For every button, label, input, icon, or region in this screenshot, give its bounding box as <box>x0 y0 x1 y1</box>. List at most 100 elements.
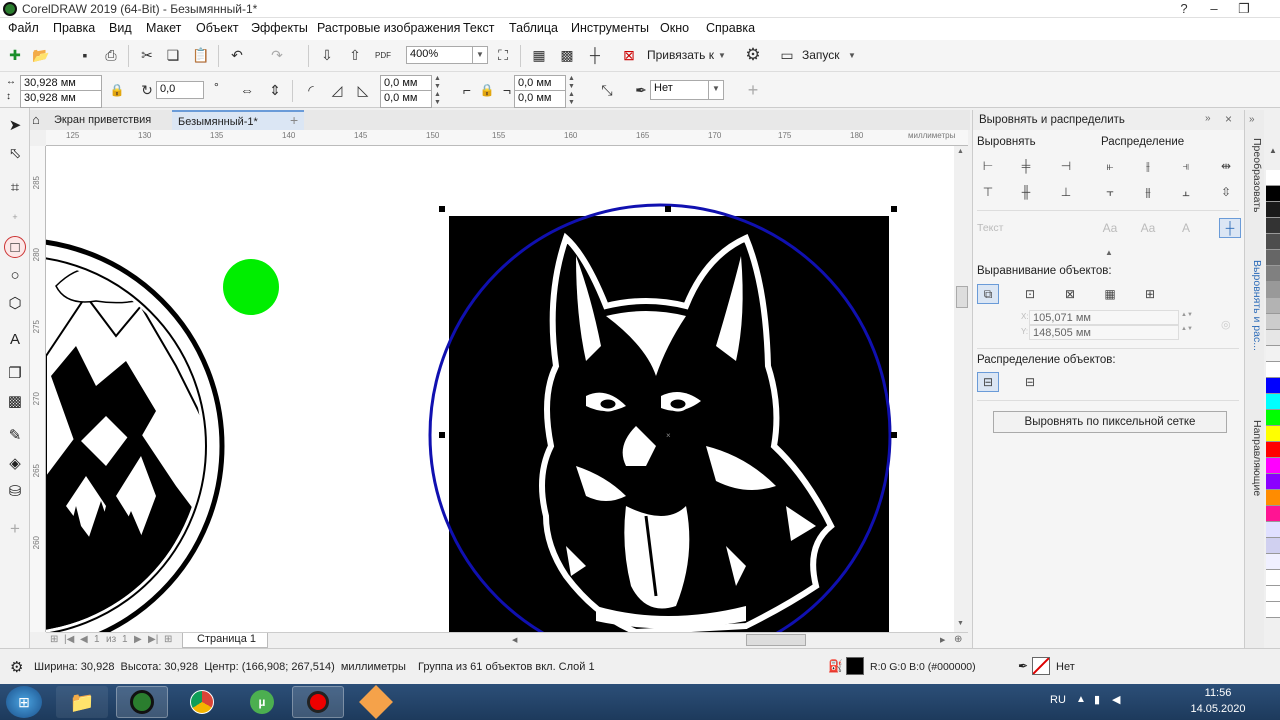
palette-swatch[interactable] <box>1266 170 1280 186</box>
show-rulers-icon[interactable]: ▦ <box>528 44 550 66</box>
distribute-spacing-h-icon[interactable]: ⇹ <box>1215 156 1237 176</box>
first-page-icon[interactable]: |◀ <box>64 634 74 645</box>
zoom-level-field[interactable]: 400% <box>406 46 474 64</box>
launch-dropdown[interactable]: Запуск <box>802 48 840 62</box>
outline-color-swatch[interactable] <box>1032 657 1050 675</box>
speaker-icon[interactable]: ◀ <box>1112 693 1120 706</box>
spinner-icon[interactable]: ▲▼▲▼ <box>1181 312 1193 333</box>
y-coordinate-field[interactable]: 148,505 мм <box>1029 325 1179 340</box>
chamfered-corner-icon[interactable]: ◺ <box>352 79 374 101</box>
palette-swatch[interactable] <box>1266 330 1280 346</box>
align-to-page-center-icon[interactable]: ⊠ <box>1059 284 1081 304</box>
palette-swatch[interactable] <box>1266 586 1280 602</box>
align-center-h-icon[interactable]: ╪ <box>1015 156 1037 176</box>
palette-swatch[interactable] <box>1266 234 1280 250</box>
distribute-spacing-v-icon[interactable]: ⇳ <box>1215 182 1237 202</box>
pdf-icon[interactable]: PDF <box>372 44 394 66</box>
add-page-before-icon[interactable]: ⊞ <box>50 634 58 645</box>
align-to-grid-icon[interactable]: ▦ <box>1099 284 1121 304</box>
transparency-tool-icon[interactable]: ▩ <box>4 390 26 412</box>
outline-pen-icon[interactable]: ✒ <box>1018 659 1028 673</box>
palette-swatch[interactable] <box>1266 266 1280 282</box>
fill-color-swatch[interactable] <box>846 657 864 675</box>
copy-icon[interactable]: ❏ <box>162 44 184 66</box>
tab-align-distribute[interactable]: Выровнять и рас... <box>1247 260 1263 378</box>
side-tabs-expand-icon[interactable]: » <box>1249 114 1255 125</box>
lock-ratio-icon[interactable]: 🔒 <box>106 79 128 101</box>
palette-swatch[interactable] <box>1266 346 1280 362</box>
options-gear-icon[interactable]: ⚙ <box>742 44 764 66</box>
palette-swatch[interactable] <box>1266 490 1280 506</box>
palette-swatch[interactable] <box>1266 218 1280 234</box>
text-tool-icon[interactable]: A <box>4 328 26 350</box>
minimize-button[interactable]: – <box>1200 0 1228 18</box>
next-page-icon[interactable]: ▶ <box>134 634 142 645</box>
outline-width-field[interactable]: Нет <box>650 80 714 100</box>
x-coordinate-field[interactable]: 105,071 мм <box>1029 310 1179 325</box>
palette-swatch[interactable] <box>1266 202 1280 218</box>
collapse-icon[interactable]: ▲ <box>1105 248 1113 257</box>
palette-swatch[interactable] <box>1266 410 1280 426</box>
palette-swatch[interactable] <box>1266 250 1280 266</box>
zoom-tool-icon[interactable]: + <box>4 206 26 228</box>
align-right-icon[interactable]: ⊣ <box>1055 156 1077 176</box>
new-document-icon[interactable]: ✚ <box>4 44 26 66</box>
vertical-ruler[interactable]: 285 280 275 270 265 260 <box>30 146 46 632</box>
open-icon[interactable]: 📂 <box>30 44 52 66</box>
menu-view[interactable]: Вид <box>109 21 132 35</box>
palette-swatch[interactable] <box>1266 186 1280 202</box>
horizontal-ruler[interactable]: 125 130 135 140 145 150 155 160 165 170 … <box>46 130 968 146</box>
bounding-box-icon[interactable]: ┼ <box>1219 218 1241 238</box>
distribute-to-selection-icon[interactable]: ⊟ <box>977 372 999 392</box>
prev-page-icon[interactable]: ◀ <box>80 634 88 645</box>
close-docker-icon[interactable]: × <box>1225 112 1232 126</box>
scroll-right-arrow[interactable]: ▶ <box>940 636 945 644</box>
clock-date[interactable]: 14.05.2020 <box>1178 703 1258 715</box>
palette-scroll-up-icon[interactable]: ▲ <box>1266 146 1280 166</box>
undo-icon[interactable]: ↶ <box>226 44 248 66</box>
align-center-v-icon[interactable]: ╫ <box>1015 182 1037 202</box>
menu-object[interactable]: Объект <box>196 21 239 35</box>
spinner-icon[interactable]: ▲▼▲▼ <box>434 75 441 107</box>
palette-swatch[interactable] <box>1266 602 1280 618</box>
menu-table[interactable]: Таблица <box>509 21 558 35</box>
relative-corner-scaling-icon[interactable]: ⤡ <box>596 79 618 101</box>
menu-tools[interactable]: Инструменты <box>571 21 649 35</box>
menu-effects[interactable]: Эффекты <box>251 21 308 35</box>
language-indicator[interactable]: RU <box>1050 694 1066 706</box>
chevron-down-icon[interactable]: ▼ <box>718 51 726 60</box>
text-first-line-icon[interactable]: Aa <box>1137 218 1159 238</box>
add-page-after-icon[interactable]: ⊞ <box>164 634 172 645</box>
app-icon[interactable] <box>350 685 402 719</box>
align-top-icon[interactable]: ⊤ <box>977 182 999 202</box>
tab-transform[interactable]: Преобразовать <box>1247 138 1263 246</box>
distribute-center-v-icon[interactable]: ⫵ <box>1137 182 1159 202</box>
align-bottom-icon[interactable]: ⊥ <box>1055 182 1077 202</box>
scalloped-corner-icon[interactable]: ◿ <box>326 79 348 101</box>
ellipse-tool-icon[interactable]: ○ <box>4 264 26 286</box>
palette-swatch[interactable] <box>1266 458 1280 474</box>
palette-swatch[interactable] <box>1266 362 1280 378</box>
restore-button[interactable]: ❐ <box>1230 0 1258 18</box>
drop-shadow-tool-icon[interactable]: ❐ <box>4 362 26 384</box>
green-circle[interactable] <box>223 259 279 315</box>
interactive-fill-tool-icon[interactable]: ◈ <box>4 452 26 474</box>
scroll-left-arrow[interactable]: ◀ <box>512 636 517 644</box>
palette-swatch[interactable] <box>1266 314 1280 330</box>
distribute-bottom-icon[interactable]: ⫠ <box>1175 182 1197 202</box>
palette-swatch[interactable] <box>1266 442 1280 458</box>
tab-guidelines[interactable]: Направляющие <box>1247 420 1263 520</box>
menu-help[interactable]: Справка <box>706 21 755 35</box>
full-screen-icon[interactable]: ⛶ <box>492 44 514 66</box>
palette-swatch[interactable] <box>1266 506 1280 522</box>
rectangle-tool-icon[interactable]: □ <box>4 236 26 258</box>
palette-swatch[interactable] <box>1266 426 1280 442</box>
paste-icon[interactable]: 📋 <box>190 44 212 66</box>
mountain-emblem[interactable] <box>46 239 225 632</box>
align-to-point-icon[interactable]: ⊞ <box>1139 284 1161 304</box>
vertical-scrollbar[interactable]: ▲ ▼ <box>954 146 970 632</box>
coreldraw-taskbar-icon[interactable] <box>116 686 168 718</box>
lock-corners-icon[interactable]: 🔒 <box>476 79 498 101</box>
eyedropper-tool-icon[interactable]: ✎ <box>4 424 26 446</box>
utorrent-icon[interactable]: µ <box>236 686 288 718</box>
